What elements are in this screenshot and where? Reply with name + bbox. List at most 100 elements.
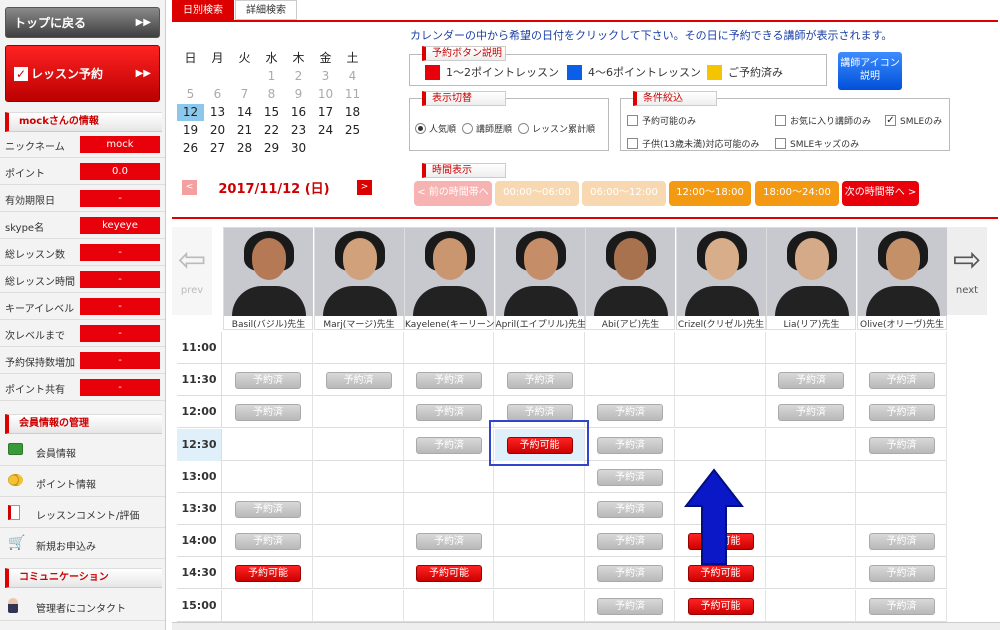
calendar-prev-button[interactable]: <: [182, 180, 197, 195]
reserve-button[interactable]: 予約可能: [687, 597, 754, 615]
teacher-name[interactable]: Marj(マージ)先生: [315, 317, 404, 330]
calendar-day[interactable]: 16: [285, 104, 312, 121]
legend-title: 予約ボタン説明: [422, 46, 506, 61]
tab-daily-search[interactable]: 日別検索: [172, 0, 234, 20]
calendar-next-button[interactable]: >: [357, 180, 372, 195]
calendar-day[interactable]: 20: [204, 122, 231, 139]
time-range-button[interactable]: 18:00〜24:00: [755, 181, 839, 206]
prev-teachers-button[interactable]: ⇦ prev: [172, 227, 212, 315]
teacher-photo[interactable]: [314, 228, 404, 316]
teacher-icon-help-button[interactable]: 講師アイコン説明: [838, 52, 902, 90]
sort-radio[interactable]: 人気順: [415, 122, 456, 135]
lesson-reservation-button[interactable]: ✓ レッスン予約 ▶▶: [5, 45, 160, 102]
arrow-right-icon: ⇨: [952, 240, 982, 280]
schedule-slot: 予約済: [585, 557, 675, 590]
calendar-day[interactable]: 26: [177, 140, 204, 157]
calendar-day[interactable]: 23: [285, 122, 312, 139]
calendar-day[interactable]: 30: [285, 140, 312, 157]
info-label: 有効期限日: [5, 196, 55, 207]
sidebar-link[interactable]: レッスンコメント/評価: [0, 497, 165, 528]
calendar-day[interactable]: 15: [258, 104, 285, 121]
teacher-card[interactable]: Basil(バジル)先生: [223, 227, 313, 330]
calendar-day[interactable]: 29: [258, 140, 285, 157]
sort-radio[interactable]: 講師歴順: [462, 122, 512, 135]
next-teachers-button[interactable]: ⇨ next: [947, 227, 987, 315]
teacher-name[interactable]: April(エイプリル)先生: [496, 317, 585, 330]
teacher-card[interactable]: Olive(オリーヴ)先生: [856, 227, 947, 330]
time-range-button[interactable]: 次の時間帯へ >: [842, 181, 919, 206]
teacher-card[interactable]: Crizel(クリゼル)先生: [675, 227, 766, 330]
sidebar-link[interactable]: ポイント情報: [0, 466, 165, 497]
teacher-card[interactable]: Kayelene(キーリーン)先生: [404, 227, 494, 330]
horizontal-scrollbar[interactable]: [172, 622, 1000, 630]
calendar-day: 5: [186, 87, 195, 101]
time-range-button[interactable]: < 前の時間帯へ: [414, 181, 492, 206]
calendar-day[interactable]: 18: [339, 104, 366, 121]
teacher-photo[interactable]: [224, 228, 313, 316]
teacher-face: [614, 238, 648, 280]
teacher-photo[interactable]: [676, 228, 766, 316]
calendar-day[interactable]: 19: [177, 122, 204, 139]
filter-checkbox[interactable]: 子供(13歳未満)対応可能のみ: [627, 137, 759, 150]
schedule-slot: [766, 493, 856, 525]
calendar-day[interactable]: 17: [312, 104, 339, 121]
schedule-slot: 予約済: [766, 396, 856, 429]
back-to-top-button[interactable]: トップに戻る ▶▶: [5, 7, 160, 38]
double-chevron-right-icon: ▶▶: [135, 17, 151, 28]
schedule-slot: [676, 364, 766, 397]
teacher-card[interactable]: Marj(マージ)先生: [313, 227, 404, 330]
reserve-button[interactable]: 予約可能: [416, 565, 482, 583]
teacher-name[interactable]: Crizel(クリゼル)先生: [677, 317, 766, 330]
filter-label: 予約可能のみ: [642, 117, 697, 127]
teacher-photo[interactable]: [857, 228, 947, 316]
teacher-card[interactable]: Abi(アビ)先生: [585, 227, 675, 330]
filter-checkbox[interactable]: SMLEキッズのみ: [775, 137, 859, 150]
calendar-day[interactable]: 28: [231, 140, 258, 157]
sidebar-link[interactable]: 会員情報: [0, 435, 165, 466]
teacher-photo[interactable]: [495, 228, 585, 316]
filter-checkbox[interactable]: 予約可能のみ: [627, 114, 696, 127]
teacher-name[interactable]: Olive(オリーヴ)先生: [858, 317, 947, 330]
time-range-button[interactable]: 06:00〜12:00: [582, 181, 666, 206]
teacher-name[interactable]: Lia(リア)先生: [767, 317, 856, 330]
schedule-slot: [766, 557, 856, 590]
schedule-slot: [314, 428, 404, 461]
info-value: mock: [80, 136, 160, 153]
teacher-photo[interactable]: [586, 228, 675, 316]
calendar-day[interactable]: 25: [339, 122, 366, 139]
teacher-photo[interactable]: [767, 228, 856, 316]
arrow-left-icon: ⇦: [177, 240, 207, 280]
calendar-day[interactable]: 24: [312, 122, 339, 139]
schedule-slot: 予約済: [404, 396, 494, 429]
calendar-day[interactable]: 27: [204, 140, 231, 157]
teacher-name[interactable]: Abi(アビ)先生: [586, 317, 675, 330]
legend-label: ご予約済み: [728, 66, 783, 79]
calendar-day[interactable]: 14: [231, 104, 258, 121]
calendar-day[interactable]: 22: [258, 122, 285, 139]
calendar-day[interactable]: 21: [231, 122, 258, 139]
info-label: skype名: [5, 223, 45, 234]
sidebar-link[interactable]: 管理者にコンタクト: [0, 590, 165, 621]
schedule-slot: 予約済: [404, 428, 494, 461]
sidebar-link[interactable]: 🛒 新規お申込み: [0, 528, 165, 559]
calendar-day[interactable]: 13: [204, 104, 231, 121]
teacher-photo[interactable]: [405, 228, 494, 316]
time-range-button[interactable]: 00:00〜06:00: [495, 181, 579, 206]
teacher-name[interactable]: Basil(バジル)先生: [224, 317, 313, 330]
booked-button: 予約済: [868, 533, 935, 551]
filter-checkbox[interactable]: お気に入り講師のみ: [775, 114, 871, 127]
booked-button: 予約済: [597, 404, 663, 422]
time-range-button[interactable]: 12:00〜18:00: [669, 181, 751, 206]
teacher-card[interactable]: Lia(リア)先生: [766, 227, 856, 330]
info-label: 予約保持数増加: [5, 358, 75, 369]
calendar-day[interactable]: 12: [177, 104, 204, 121]
sort-radio[interactable]: レッスン累計順: [518, 122, 595, 135]
tab-detail-search[interactable]: 詳細検索: [235, 0, 297, 20]
filter-checkbox[interactable]: ✓ SMLEのみ: [885, 114, 942, 127]
teacher-name[interactable]: Kayelene(キーリーン)先生: [405, 317, 494, 330]
schedule-slot: [585, 332, 675, 364]
legend-swatch-blue: [567, 64, 582, 80]
schedule-slot: 予約済: [404, 364, 494, 397]
reserve-button[interactable]: 予約可能: [235, 565, 301, 583]
teacher-card[interactable]: April(エイプリル)先生: [494, 227, 585, 330]
